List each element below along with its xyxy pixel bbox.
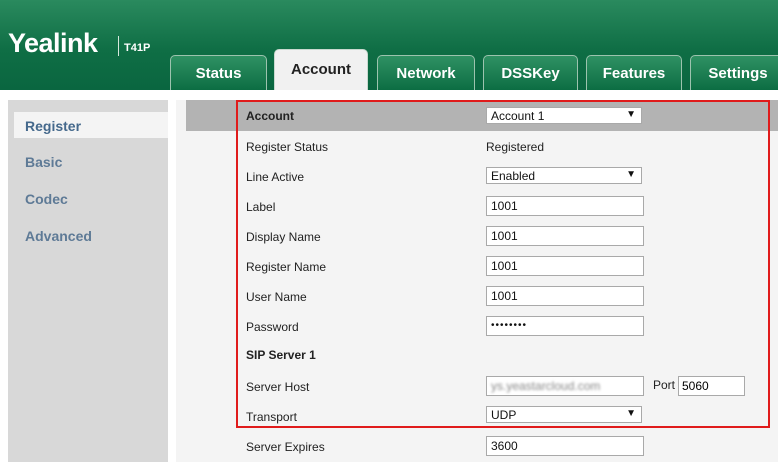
- register-name-label: Register Name: [246, 260, 327, 274]
- server-expires-input[interactable]: 3600: [486, 436, 644, 456]
- tab-dsskey[interactable]: DSSKey: [483, 55, 578, 90]
- server-host-input[interactable]: ys.yeastarcloud.com: [486, 376, 644, 396]
- dropdown-arrow-icon: ▼: [626, 109, 636, 120]
- register-status-value: Registered: [486, 140, 545, 154]
- password-input[interactable]: ••••••••: [486, 316, 644, 336]
- sip-server-heading: SIP Server 1: [246, 348, 316, 362]
- server-expires-label: Server Expires: [246, 440, 325, 454]
- header-separator: [0, 90, 778, 100]
- port-label: Port: [653, 378, 676, 392]
- display-name-label: Display Name: [246, 230, 321, 244]
- sidebar-item-basic[interactable]: Basic: [25, 154, 62, 170]
- tab-settings[interactable]: Settings: [690, 55, 778, 90]
- tab-status[interactable]: Status: [170, 55, 267, 90]
- transport-select[interactable]: UDP ▼: [486, 406, 642, 423]
- label-input[interactable]: 1001: [486, 196, 644, 216]
- line-active-label: Line Active: [246, 170, 305, 184]
- header: Yealink T41P Status Account Network DSSK…: [0, 0, 778, 92]
- sidebar-item-register[interactable]: Register: [14, 112, 168, 138]
- account-select[interactable]: Account 1 ▼: [486, 107, 642, 124]
- user-name-input[interactable]: 1001: [486, 286, 644, 306]
- sidebar-item-advanced[interactable]: Advanced: [25, 228, 92, 244]
- dropdown-arrow-icon: ▼: [626, 408, 636, 419]
- tab-features[interactable]: Features: [586, 55, 682, 90]
- password-label: Password: [246, 320, 299, 334]
- settings-panel: [176, 100, 778, 462]
- port-input[interactable]: 5060: [678, 376, 745, 396]
- register-status-label: Register Status: [246, 140, 329, 154]
- register-name-input[interactable]: 1001: [486, 256, 644, 276]
- server-host-label: Server Host: [246, 380, 310, 394]
- label-label: Label: [246, 200, 276, 214]
- logo-divider: [118, 36, 119, 56]
- tab-account[interactable]: Account: [274, 49, 368, 92]
- transport-label: Transport: [246, 410, 297, 424]
- line-active-select[interactable]: Enabled ▼: [486, 167, 642, 184]
- account-label: Account: [246, 109, 294, 123]
- model-label: T41P: [124, 42, 151, 54]
- sidebar-item-codec[interactable]: Codec: [25, 191, 68, 207]
- brand-logo: Yealink: [8, 28, 98, 58]
- display-name-input[interactable]: 1001: [486, 226, 644, 246]
- dropdown-arrow-icon: ▼: [626, 169, 636, 180]
- user-name-label: User Name: [246, 290, 307, 304]
- tab-network[interactable]: Network: [377, 55, 475, 90]
